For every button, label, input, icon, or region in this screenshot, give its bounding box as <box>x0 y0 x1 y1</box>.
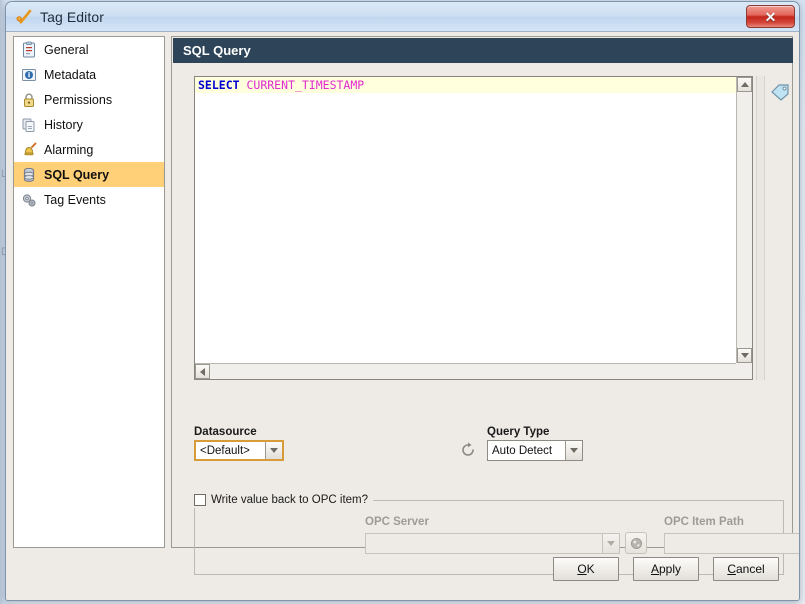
chevron-down-glyph <box>570 448 578 453</box>
sidebar-item-label: Permissions <box>44 92 113 107</box>
ok-button[interactable]: OK <box>553 557 619 581</box>
sidebar-item-alarming[interactable]: Alarming <box>14 137 164 162</box>
opc-server-select <box>365 533 620 554</box>
scroll-down-button[interactable] <box>737 348 752 363</box>
browse-icon <box>625 532 647 554</box>
sidebar-item-sql-query[interactable]: SQL Query <box>14 162 164 187</box>
chevron-down-icon[interactable] <box>265 442 282 459</box>
opc-item-path-input <box>664 533 799 554</box>
chevron-left-icon <box>200 367 205 376</box>
ok-button-label: OK <box>577 562 595 576</box>
close-icon: ✕ <box>764 8 777 25</box>
chevron-down-icon[interactable] <box>565 441 582 460</box>
section-header: SQL Query <box>173 38 793 63</box>
sidebar-item-label: Metadata <box>44 67 97 82</box>
info-icon <box>20 66 38 84</box>
bell-icon <box>20 141 38 159</box>
query-type-select[interactable]: Auto Detect <box>487 440 583 461</box>
clipboard-icon <box>20 41 38 59</box>
chevron-down-glyph <box>607 541 615 546</box>
query-type-value: Auto Detect <box>492 444 553 457</box>
gears-icon <box>20 191 38 209</box>
editor-vertical-scrollbar[interactable] <box>736 77 752 363</box>
sidebar-item-permissions[interactable]: Permissions <box>14 87 164 112</box>
opc-writeback-legend: Write value back to OPC item? <box>194 492 374 508</box>
sql-code-line: SELECT CURRENT_TIMESTAMP <box>195 77 736 93</box>
sidebar-item-general[interactable]: General <box>14 37 164 62</box>
sidebar-item-label: General <box>44 42 89 57</box>
section-title: SQL Query <box>183 43 251 58</box>
datasource-value: <Default> <box>200 444 250 457</box>
datasource-select[interactable]: <Default> <box>194 440 284 461</box>
sql-editor[interactable]: SELECT CURRENT_TIMESTAMP <box>194 76 753 380</box>
database-icon <box>20 166 38 184</box>
sidebar-item-metadata[interactable]: Metadata <box>14 62 164 87</box>
history-icon <box>20 116 38 134</box>
sidebar-item-label: SQL Query <box>44 167 110 182</box>
tag-editor-dialog: Tag Editor ✕ General Metadata Permission… <box>5 1 800 601</box>
dialog-body: General Metadata Permissions History Ala… <box>6 32 799 600</box>
sidebar-item-history[interactable]: History <box>14 112 164 137</box>
scroll-left-button[interactable] <box>195 364 210 379</box>
datasource-label: Datasource <box>194 426 257 438</box>
editor-side-gutter <box>756 76 765 380</box>
cancel-button[interactable]: Cancel <box>713 557 779 581</box>
chevron-down-icon <box>740 353 749 358</box>
scrollbar-corner <box>736 363 752 379</box>
editor-horizontal-scrollbar[interactable] <box>195 363 736 379</box>
dialog-title: Tag Editor <box>40 8 105 25</box>
sidebar-item-label: History <box>44 117 83 132</box>
lock-icon <box>20 91 38 109</box>
write-back-checkbox[interactable] <box>194 494 206 506</box>
chevron-down-icon <box>602 534 619 553</box>
close-button[interactable]: ✕ <box>746 5 795 28</box>
opc-server-label: OPC Server <box>365 516 429 528</box>
sql-editor-text-area[interactable]: SELECT CURRENT_TIMESTAMP <box>195 77 736 363</box>
write-back-label: Write value back to OPC item? <box>211 494 369 506</box>
chevron-up-icon <box>740 82 749 87</box>
tag-check-icon <box>15 8 33 26</box>
dialog-titlebar[interactable]: Tag Editor ✕ <box>6 2 799 32</box>
apply-button[interactable]: Apply <box>633 557 699 581</box>
sql-query-panel: SQL Query SELECT CURRENT_TIMESTAMP Datas… <box>171 36 799 575</box>
sidebar-item-label: Alarming <box>44 142 94 157</box>
sql-keyword: SELECT <box>198 78 240 92</box>
sidebar-item-tag-events[interactable]: Tag Events <box>14 187 164 212</box>
chevron-down-glyph <box>270 448 278 453</box>
sql-function: CURRENT_TIMESTAMP <box>246 78 365 92</box>
navigation-sidebar: General Metadata Permissions History Ala… <box>13 36 165 548</box>
opc-item-path-label: OPC Item Path <box>664 516 744 528</box>
cancel-button-label: Cancel <box>727 562 765 576</box>
query-type-label: Query Type <box>487 426 550 438</box>
apply-button-label: Apply <box>650 562 682 576</box>
scroll-up-button[interactable] <box>737 77 752 92</box>
sidebar-item-label: Tag Events <box>44 192 106 207</box>
tag-icon[interactable] <box>769 81 791 101</box>
refresh-icon[interactable] <box>459 441 477 459</box>
